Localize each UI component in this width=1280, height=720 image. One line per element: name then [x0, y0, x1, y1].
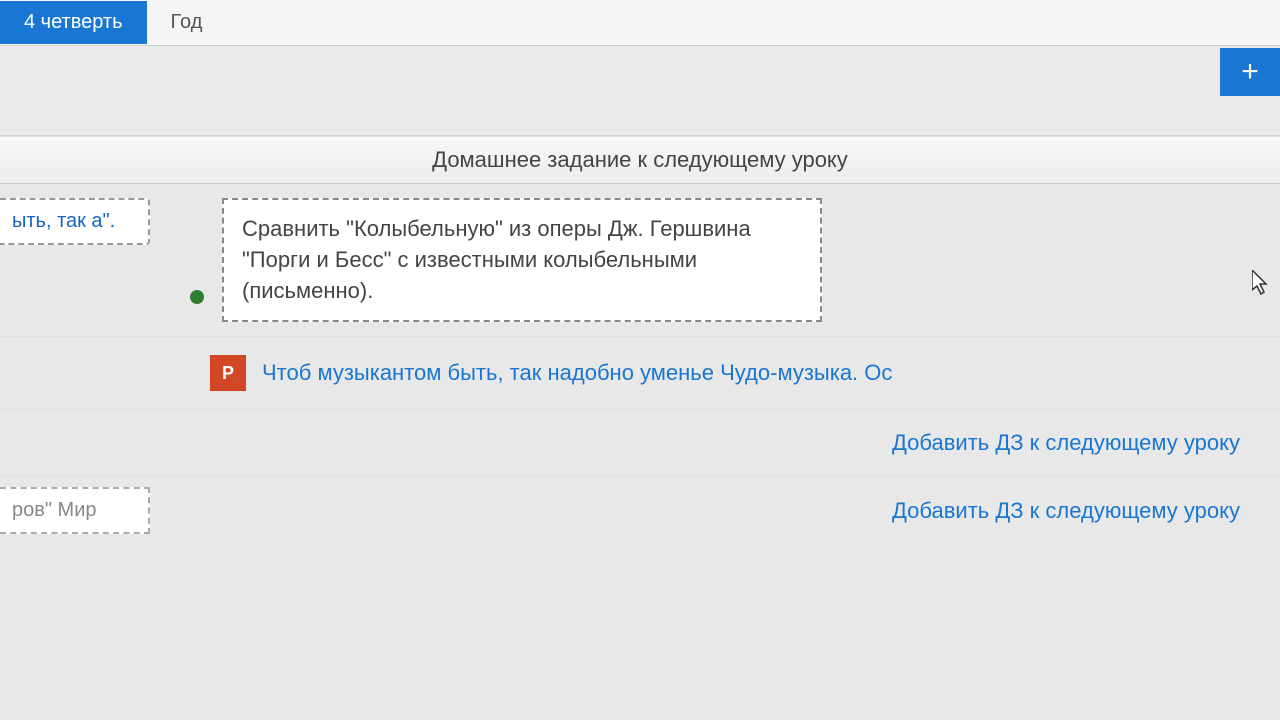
toolbar-spacer [0, 46, 1280, 136]
lesson-topic-cell[interactable]: ыть, так а". [0, 198, 150, 245]
homework-text-box[interactable]: Сравнить "Колыбельную" из оперы Дж. Герш… [222, 198, 822, 322]
lesson-topic-cell-2[interactable]: ров" Мир [0, 487, 150, 534]
add-homework-link[interactable]: Добавить ДЗ к следующему уроку [892, 430, 1240, 455]
tab-year[interactable]: Год [147, 1, 227, 44]
add-homework-link-2[interactable]: Добавить ДЗ к следующему уроку [892, 498, 1240, 523]
action-row-1: Добавить ДЗ к следующему уроку [0, 410, 1280, 477]
homework-row: ыть, так а". Сравнить "Колыбельную" из о… [0, 184, 1280, 337]
homework-section-header: Домашнее задание к следующему уроку [0, 136, 1280, 184]
powerpoint-icon: P [210, 355, 246, 391]
attachment-link[interactable]: Чтоб музыкантом быть, так надобно уменье… [262, 360, 892, 386]
status-dot-icon [190, 290, 204, 304]
tab-quarter-4[interactable]: 4 четверть [0, 1, 147, 44]
add-button[interactable]: + [1220, 48, 1280, 96]
homework-row-2: ров" Мир Добавить ДЗ к следующему уроку [0, 477, 1280, 544]
attachment-row: P Чтоб музыкантом быть, так надобно умен… [0, 337, 1280, 410]
tabs-bar: 4 четверть Год [0, 0, 1280, 46]
cursor-icon [1252, 270, 1272, 303]
